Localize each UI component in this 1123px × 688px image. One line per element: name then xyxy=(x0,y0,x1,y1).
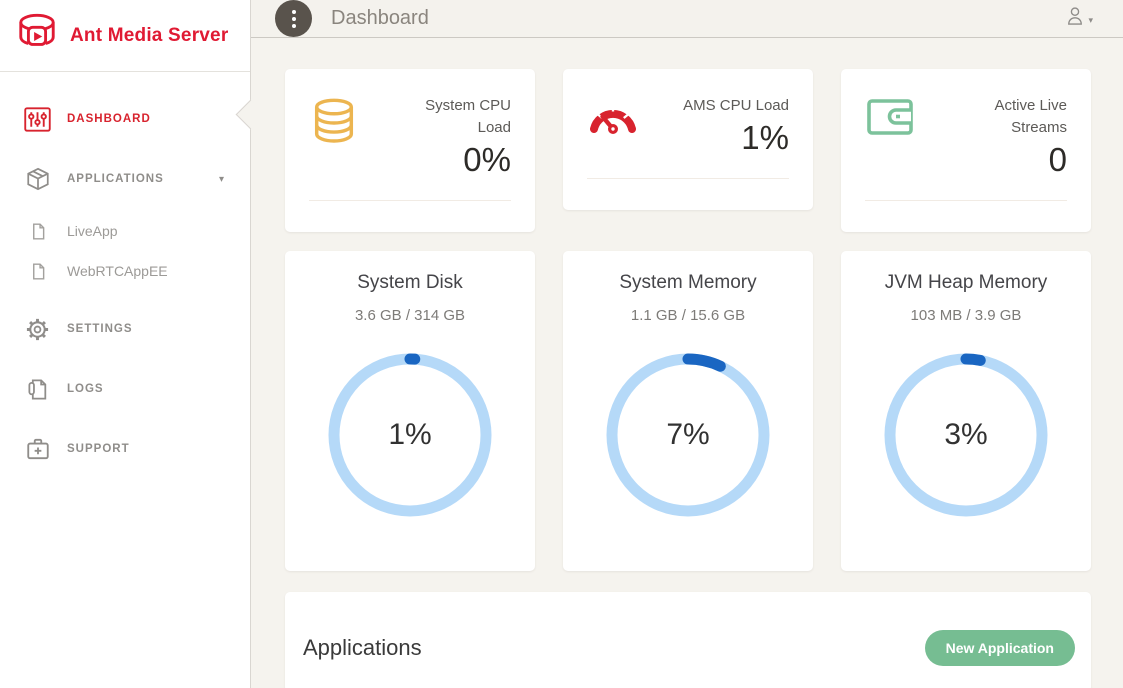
file-icon xyxy=(28,221,48,242)
applications-submenu: LiveApp WebRTCAppEE xyxy=(0,211,250,291)
sidebar-item-label: DASHBOARD xyxy=(67,113,151,125)
gauge-percent: 7% xyxy=(603,350,773,520)
gauge-percent: 1% xyxy=(325,350,495,520)
sidebar-item-label: LiveApp xyxy=(67,223,118,239)
topbar: Dashboard ▾ xyxy=(251,0,1123,38)
sidebar-item-logs[interactable]: LOGS xyxy=(0,359,250,419)
gauge-title: System Memory xyxy=(563,272,813,294)
gauge-title: System Disk xyxy=(285,272,535,294)
stat-card-ams-cpu-load: AMS CPU Load 1% xyxy=(563,69,813,210)
stat-value: 0% xyxy=(359,141,511,179)
sidebar-item-label: LOGS xyxy=(67,383,104,395)
gear-icon xyxy=(24,316,51,343)
stat-title: AMS CPU Load xyxy=(683,95,789,117)
first-aid-icon xyxy=(24,436,51,462)
sliders-icon xyxy=(24,107,51,132)
gauge-usage: 3.6 GB / 314 GB xyxy=(285,307,535,324)
new-application-button[interactable]: New Application xyxy=(925,630,1075,666)
speedometer-icon xyxy=(587,95,639,157)
user-icon xyxy=(1064,5,1086,32)
logs-icon xyxy=(24,377,51,402)
gauge-percent: 3% xyxy=(881,350,1051,520)
gauge-ring: 3% xyxy=(881,350,1051,520)
page-title: Dashboard xyxy=(331,7,429,30)
dashboard-content: System CPU Load 0% xyxy=(251,38,1123,688)
sidebar-item-liveapp[interactable]: LiveApp xyxy=(0,211,250,251)
database-icon xyxy=(309,95,359,179)
package-icon xyxy=(24,166,51,192)
app-title: Ant Media Server xyxy=(70,25,228,47)
gauge-card-system-memory: System Memory 1.1 GB / 15.6 GB 7% xyxy=(563,251,813,571)
sidebar-item-applications[interactable]: APPLICATIONS ▾ xyxy=(0,149,250,209)
sidebar-item-label: APPLICATIONS xyxy=(67,173,164,185)
stat-cards-row: System CPU Load 0% xyxy=(285,69,1091,232)
sidebar-item-webrtcappee[interactable]: WebRTCAppEE xyxy=(0,251,250,291)
sidebar-item-settings[interactable]: SETTINGS xyxy=(0,299,250,359)
sidebar-nav: DASHBOARD APPLICATIONS ▾ xyxy=(0,72,250,479)
gauge-title: JVM Heap Memory xyxy=(841,272,1091,294)
kebab-menu-icon[interactable] xyxy=(275,0,312,37)
gauge-cards-row: System Disk 3.6 GB / 314 GB 1% System Me… xyxy=(285,232,1091,571)
sidebar-item-support[interactable]: SUPPORT xyxy=(0,419,250,479)
gauge-ring: 1% xyxy=(325,350,495,520)
main-area: Dashboard ▾ xyxy=(251,0,1123,688)
gauge-card-system-disk: System Disk 3.6 GB / 314 GB 1% xyxy=(285,251,535,571)
wallet-icon xyxy=(865,95,917,179)
applications-title: Applications xyxy=(303,635,422,661)
stat-card-active-live-streams: Active Live Streams 0 xyxy=(841,69,1091,232)
stat-card-system-cpu-load: System CPU Load 0% xyxy=(285,69,535,232)
app-window: Ant Media Server DASHBOARD xyxy=(0,0,1123,688)
gauge-usage: 1.1 GB / 15.6 GB xyxy=(563,307,813,324)
stat-title: System CPU Load xyxy=(399,95,511,139)
stat-value: 1% xyxy=(639,119,789,157)
chevron-down-icon[interactable]: ▾ xyxy=(219,174,224,185)
user-menu[interactable]: ▾ xyxy=(1064,5,1093,32)
sidebar-item-dashboard[interactable]: DASHBOARD xyxy=(0,89,250,149)
gauge-usage: 103 MB / 3.9 GB xyxy=(841,307,1091,324)
sidebar-item-label: SETTINGS xyxy=(67,323,133,335)
sidebar-item-label: SUPPORT xyxy=(67,443,130,455)
gauge-card-jvm-heap-memory: JVM Heap Memory 103 MB / 3.9 GB 3% xyxy=(841,251,1091,571)
logo[interactable]: Ant Media Server xyxy=(0,0,250,72)
chevron-down-icon: ▾ xyxy=(1088,15,1093,26)
gauge-ring: 7% xyxy=(603,350,773,520)
file-icon xyxy=(28,261,48,282)
sidebar-item-label: WebRTCAppEE xyxy=(67,263,168,279)
stat-title: Active Live Streams xyxy=(955,95,1067,139)
applications-section: Applications New Application xyxy=(285,592,1091,688)
stat-value: 0 xyxy=(917,141,1067,179)
ant-media-logo-icon xyxy=(14,12,60,59)
sidebar: Ant Media Server DASHBOARD xyxy=(0,0,251,688)
